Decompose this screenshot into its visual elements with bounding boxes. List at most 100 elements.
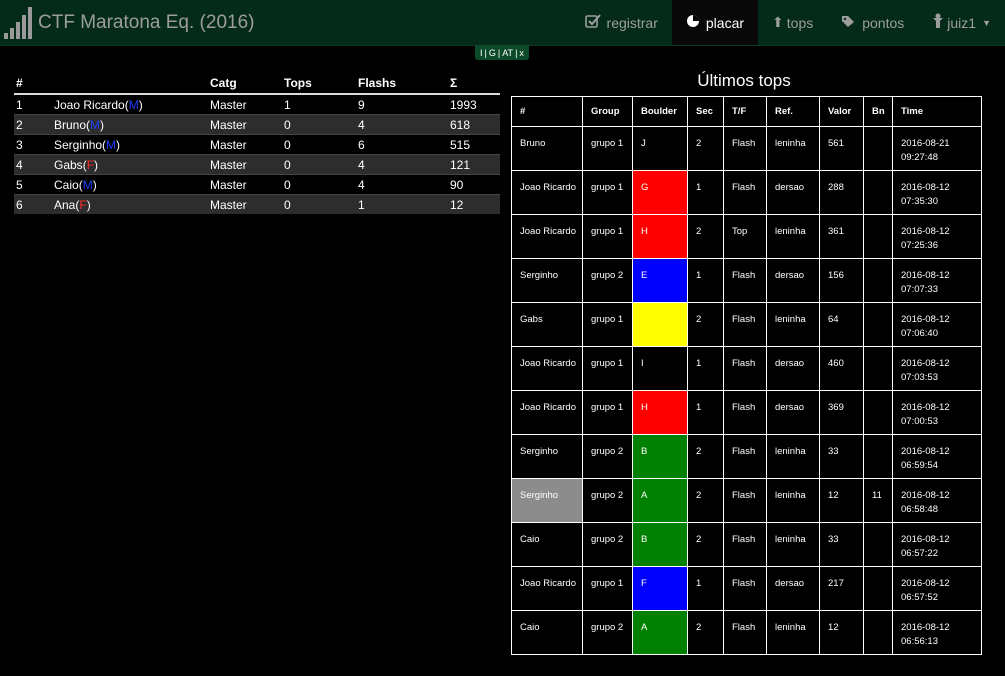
last-top-row[interactable]: Serginho grupo 2 E 1 Flash dersao 156 2016-08-1… [511,258,982,303]
ranking-row[interactable]: 4 Gabs(F) Master 0 4 121 [14,154,500,175]
nav-placar[interactable]: placar [671,0,759,45]
last-top-row[interactable]: Serginho grupo 2 B 2 Flash leninha 33 2016-08-1… [511,434,982,479]
brand[interactable]: CTF Maratona Eq. (2016) [4,0,254,45]
top-group: grupo 1 [582,566,633,611]
top-ref: leninha [766,522,820,567]
top-sec: 1 [687,390,724,435]
top-athlete: Caio [511,610,583,655]
top-clock: 06:59:54 [901,460,938,471]
rank-flashs: 1 [358,194,450,214]
top-bn [863,566,893,611]
top-athlete: Joao Ricardo [511,566,583,611]
top-ref: leninha [766,214,820,259]
rank-athlete: Bruno(M) [54,114,210,135]
top-valor: 64 [819,302,864,347]
rank-sum: 618 [450,114,500,135]
top-group: grupo 2 [582,434,633,479]
top-athlete: Caio [511,522,583,567]
rank-position: 5 [14,174,54,195]
rank-athlete: Joao Ricardo(M) [54,93,210,115]
top-group: grupo 1 [582,302,633,347]
last-top-row[interactable]: Joao Ricardo grupo 1 F 1 Flash dersao 217 2016-… [511,566,982,611]
athlete-sex: F [86,157,95,172]
top-clock: 09:27:48 [901,152,938,163]
ranking-row[interactable]: 3 Serginho(M) Master 0 6 515 [14,134,500,155]
rank-sum: 1993 [450,93,500,115]
user-menu[interactable]: juiz1 ▼ [918,0,1005,45]
ranking-row[interactable]: 2 Bruno(M) Master 0 4 618 [14,114,500,135]
col-tops: Tops [284,72,358,95]
top-clock: 06:56:13 [901,636,938,647]
last-top-row[interactable]: Caio grupo 2 A 2 Flash leninha 12 2016-08-12 06:… [511,610,982,655]
top-tf: Flash [723,346,767,391]
top-sec: 2 [687,478,724,523]
rank-position: 3 [14,134,54,155]
rank-tops: 0 [284,134,358,155]
last-top-row[interactable]: Joao Ricardo grupo 1 I 1 Flash dersao 460 2016-… [511,346,982,391]
filter-x[interactable]: x [518,48,525,58]
rank-tops: 0 [284,174,358,195]
top-group: grupo 1 [582,346,633,391]
top-sec: 2 [687,214,724,259]
top-valor: 561 [819,126,864,171]
top-time: 2016-08-12 07:25:36 [892,214,982,259]
top-valor: 460 [819,346,864,391]
rank-position: 4 [14,154,54,175]
rank-catg: Master [210,194,284,214]
top-tf: Flash [723,434,767,479]
last-top-row[interactable]: Caio grupo 2 B 2 Flash leninha 33 2016-08-12 06:… [511,522,982,567]
top-valor: 288 [819,170,864,215]
ranking-row[interactable]: 5 Caio(M) Master 0 4 90 [14,174,500,195]
last-top-row[interactable]: Joao Ricardo grupo 1 H 1 Flash dersao 369 2016-… [511,390,982,435]
nav-registrar-label: registrar [606,14,658,31]
top-bn [863,170,893,215]
top-sec: 1 [687,170,724,215]
top-tf: Flash [723,390,767,435]
rank-position: 6 [14,194,54,214]
pie-chart-icon [686,14,700,31]
athlete-name: Joao Ricardo [54,97,125,112]
top-group: grupo 2 [582,610,633,655]
last-top-row[interactable]: Joao Ricardo grupo 1 G 1 Flash dersao 288 2016-… [511,170,982,215]
top-date: 2016-08-12 [901,534,950,545]
ranking-row[interactable]: 6 Ana(F) Master 0 1 12 [14,194,500,214]
top-time: 2016-08-12 06:59:54 [892,434,982,479]
last-top-row[interactable]: Joao Ricardo grupo 1 H 2 Top leninha 361 2016-0… [511,214,982,259]
filter-at[interactable]: AT [501,48,514,58]
last-top-row[interactable]: Bruno grupo 1 J 2 Flash leninha 561 2016-08-21 0… [511,126,982,171]
last-top-row[interactable]: Gabs grupo 1 D 2 Flash leninha 64 2016-08-12 07:… [511,302,982,347]
top-sec: 1 [687,346,724,391]
top-tf: Flash [723,126,767,171]
top-bn [863,390,893,435]
nav-pontos[interactable]: pontos [827,0,918,45]
top-boulder: H [632,214,688,259]
rank-catg: Master [210,154,284,175]
rank-athlete: Serginho(M) [54,134,210,155]
top-clock: 06:57:52 [901,592,938,603]
col-sec: Sec [687,96,724,127]
top-valor: 217 [819,566,864,611]
top-ref: dersao [766,566,820,611]
filter-g[interactable]: G [488,48,497,58]
top-date: 2016-08-12 [901,226,950,237]
top-tf: Flash [723,566,767,611]
top-tf: Flash [723,478,767,523]
top-valor: 12 [819,610,864,655]
top-boulder: B [632,522,688,567]
athlete-name: Ana [54,197,76,212]
top-date: 2016-08-12 [901,402,950,413]
top-bn [863,126,893,171]
rank-catg: Master [210,174,284,195]
athlete-name: Gabs [54,157,83,172]
signal-bars-icon [4,6,32,39]
ranking-row[interactable]: 1 Joao Ricardo(M) Master 1 9 1993 [14,93,500,115]
last-top-row[interactable]: Serginho grupo 2 A 2 Flash leninha 12 11 2016-08… [511,478,982,523]
nav-placar-label: placar [705,14,745,31]
nav-tops[interactable]: ⬆ tops [758,0,827,45]
nav-registrar[interactable]: registrar [571,0,672,45]
top-clock: 07:00:53 [901,416,938,427]
tags-icon [841,15,856,31]
ranking-table: # Catg Tops Flashs Σ 1 Joao Ricardo(M) Mas… [14,72,500,214]
top-date: 2016-08-12 [901,358,950,369]
top-ref: leninha [766,434,820,479]
